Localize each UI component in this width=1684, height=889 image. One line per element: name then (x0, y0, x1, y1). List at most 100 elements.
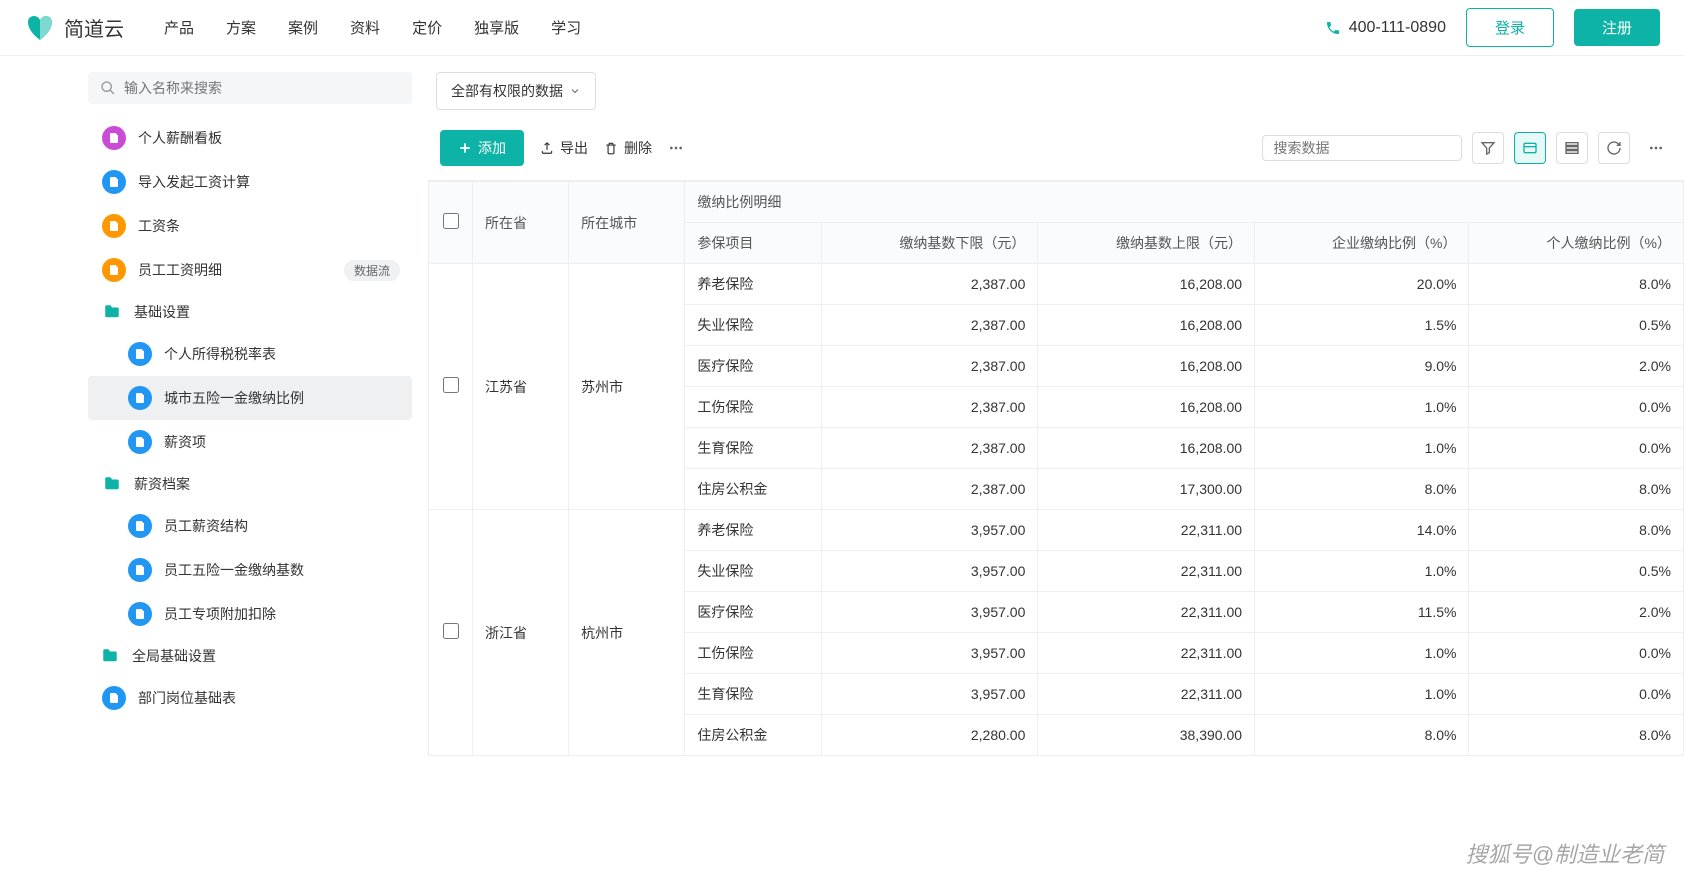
cell-item: 生育保险 (685, 674, 821, 715)
cell-low: 2,280.00 (821, 715, 1038, 756)
nav-item[interactable]: 学习 (551, 17, 581, 38)
sidebar-search[interactable] (88, 72, 412, 104)
cell-low: 3,957.00 (821, 592, 1038, 633)
tree-item[interactable]: 基础设置 (88, 292, 412, 332)
tree-label: 个人所得税税率表 (164, 344, 276, 364)
cell-item: 住房公积金 (685, 469, 821, 510)
doc-icon (128, 602, 152, 626)
tree-item[interactable]: 导入发起工资计算 (88, 160, 412, 204)
nav-item[interactable]: 独享版 (474, 17, 519, 38)
sidebar-search-input[interactable] (124, 80, 400, 96)
delete-button[interactable]: 删除 (604, 138, 652, 158)
select-all-checkbox[interactable] (443, 213, 459, 229)
cell-pers: 0.0% (1469, 674, 1684, 715)
nav-item[interactable]: 产品 (164, 17, 194, 38)
tree-item[interactable]: 员工薪资结构 (88, 504, 412, 548)
cell-province: 浙江省 (473, 510, 569, 756)
tree-item[interactable]: 员工专项附加扣除 (88, 592, 412, 636)
doc-icon (128, 386, 152, 410)
data-search[interactable] (1262, 135, 1462, 161)
nav-item[interactable]: 案例 (288, 17, 318, 38)
cell-pers: 8.0% (1469, 510, 1684, 551)
cell-item: 工伤保险 (685, 387, 821, 428)
table-row[interactable]: 江苏省苏州市养老保险2,387.0016,208.0020.0%8.0% (429, 264, 1684, 305)
more-button[interactable] (668, 140, 684, 156)
register-button[interactable]: 注册 (1574, 9, 1660, 46)
tree-label: 基础设置 (134, 302, 190, 322)
tree-item[interactable]: 薪资项 (88, 420, 412, 464)
cell-low: 2,387.00 (821, 264, 1038, 305)
doc-icon (128, 514, 152, 538)
cell-item: 住房公积金 (685, 715, 821, 756)
cell-high: 38,390.00 (1038, 715, 1255, 756)
tree-item[interactable]: 城市五险一金缴纳比例 (88, 376, 412, 420)
cell-high: 22,311.00 (1038, 592, 1255, 633)
login-button[interactable]: 登录 (1466, 8, 1554, 47)
logo[interactable]: 简道云 (24, 12, 124, 44)
nav-item[interactable]: 资料 (350, 17, 380, 38)
more-icon (668, 140, 684, 156)
more-button-2[interactable] (1640, 132, 1672, 164)
cell-corp: 20.0% (1255, 264, 1469, 305)
th-corp-rate: 企业缴纳比例（%） (1255, 223, 1469, 264)
export-button[interactable]: 导出 (540, 138, 588, 158)
cell-pers: 0.0% (1469, 387, 1684, 428)
tree-item[interactable]: 员工工资明细数据流 (88, 248, 412, 292)
data-search-input[interactable] (1274, 140, 1455, 156)
cell-low: 3,957.00 (821, 633, 1038, 674)
tree-label: 导入发起工资计算 (138, 172, 250, 192)
cell-corp: 1.0% (1255, 551, 1469, 592)
cell-high: 16,208.00 (1038, 387, 1255, 428)
cell-pers: 0.5% (1469, 305, 1684, 346)
cell-corp: 14.0% (1255, 510, 1469, 551)
chevron-down-icon (569, 85, 581, 97)
cell-corp: 8.0% (1255, 469, 1469, 510)
add-button[interactable]: 添加 (440, 130, 524, 166)
view-list-button[interactable] (1556, 132, 1588, 164)
tree-item[interactable]: 薪资档案 (88, 464, 412, 504)
tree-item[interactable]: 工资条 (88, 204, 412, 248)
cell-high: 16,208.00 (1038, 264, 1255, 305)
cell-pers: 2.0% (1469, 592, 1684, 633)
tree-label: 薪资项 (164, 432, 206, 452)
cell-high: 16,208.00 (1038, 305, 1255, 346)
search-icon (100, 80, 116, 96)
phone[interactable]: 400-111-0890 (1325, 19, 1446, 37)
refresh-icon (1606, 140, 1622, 156)
dropdown-label: 全部有权限的数据 (451, 81, 563, 101)
doc-icon (102, 170, 126, 194)
tree-item[interactable]: 全局基础设置 (88, 636, 412, 676)
cell-item: 养老保险 (685, 264, 821, 305)
tree-item[interactable]: 个人薪酬看板 (88, 116, 412, 160)
th-province: 所在省 (473, 182, 569, 264)
view-card-button[interactable] (1514, 132, 1546, 164)
doc-icon (102, 214, 126, 238)
doc-icon (128, 558, 152, 582)
filter-icon (1480, 140, 1496, 156)
cell-pers: 8.0% (1469, 715, 1684, 756)
export-icon (540, 141, 554, 155)
refresh-button[interactable] (1598, 132, 1630, 164)
tree-item[interactable]: 员工五险一金缴纳基数 (88, 548, 412, 592)
th-detail-group: 缴纳比例明细 (685, 182, 1684, 223)
row-checkbox[interactable] (443, 377, 459, 393)
filter-button[interactable] (1472, 132, 1504, 164)
cell-low: 3,957.00 (821, 510, 1038, 551)
cell-item: 养老保险 (685, 510, 821, 551)
data-scope-dropdown[interactable]: 全部有权限的数据 (436, 72, 596, 110)
th-city: 所在城市 (569, 182, 685, 264)
cell-pers: 2.0% (1469, 346, 1684, 387)
doc-icon (102, 258, 126, 282)
nav-item[interactable]: 定价 (412, 17, 442, 38)
nav-item[interactable]: 方案 (226, 17, 256, 38)
th-base-low: 缴纳基数下限（元） (821, 223, 1038, 264)
tree-label: 员工薪资结构 (164, 516, 248, 536)
content: 全部有权限的数据 添加 导出 删除 (420, 56, 1684, 889)
cell-low: 3,957.00 (821, 674, 1038, 715)
cell-city: 杭州市 (569, 510, 685, 756)
tree-item[interactable]: 个人所得税税率表 (88, 332, 412, 376)
tree-item[interactable]: 部门岗位基础表 (88, 676, 412, 720)
cell-corp: 1.5% (1255, 305, 1469, 346)
table-row[interactable]: 浙江省杭州市养老保险3,957.0022,311.0014.0%8.0% (429, 510, 1684, 551)
row-checkbox[interactable] (443, 623, 459, 639)
